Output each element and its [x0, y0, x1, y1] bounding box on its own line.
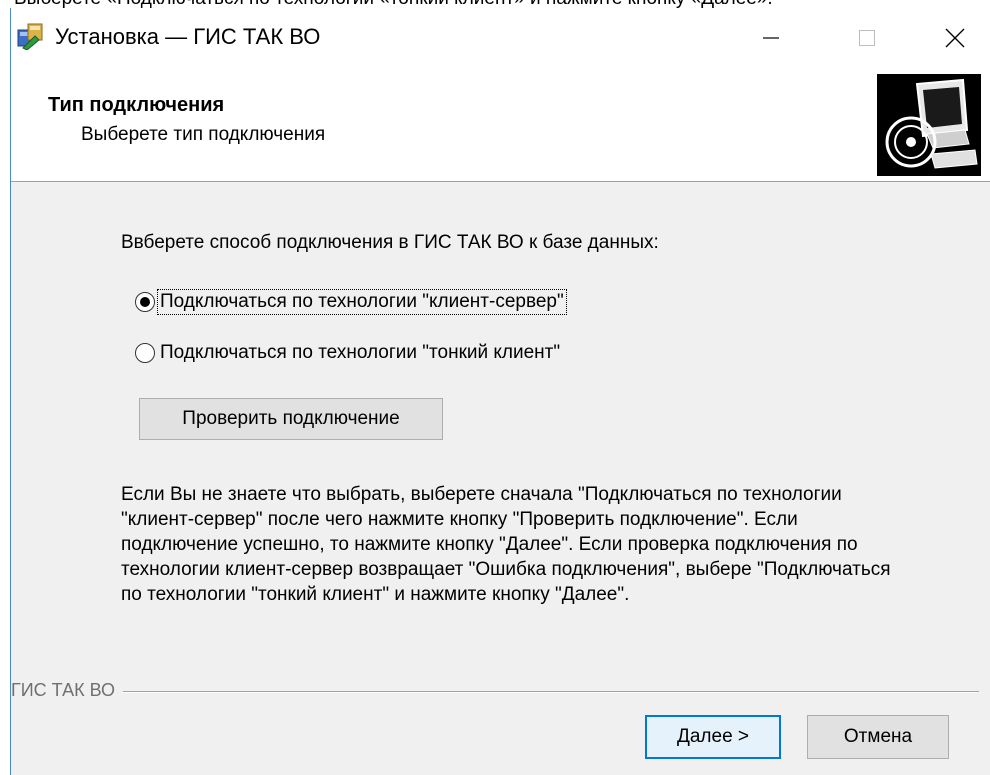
- radio-unchecked-icon[interactable]: [135, 343, 155, 363]
- page-title: Тип подключения: [48, 94, 225, 116]
- title-bar[interactable]: Установка — ГИС ТАК ВО: [11, 8, 990, 68]
- check-connection-button[interactable]: Проверить подключение: [139, 398, 443, 440]
- maximize-icon: [859, 30, 875, 46]
- installer-icon: [15, 20, 45, 51]
- radio-client-server-label[interactable]: Подключаться по технологии "клиент-серве…: [157, 289, 567, 315]
- footer-group: ГИС ТАК ВО: [11, 680, 990, 701]
- installer-window: Установка — ГИС ТАК ВО Тип подключения В…: [10, 8, 990, 775]
- footer-group-label: ГИС ТАК ВО: [11, 680, 123, 701]
- document-caption: Выберете «Подключаться по технологии «то…: [14, 0, 990, 8]
- radio-checked-icon[interactable]: [135, 292, 155, 312]
- cancel-button[interactable]: Отмена: [807, 715, 949, 759]
- next-button-accelerator: Д: [676, 726, 690, 747]
- radio-client-server[interactable]: Подключаться по технологии "клиент-серве…: [135, 286, 567, 318]
- computer-install-icon: [877, 74, 981, 176]
- minimize-button[interactable]: [741, 8, 801, 68]
- radio-thin-client-label[interactable]: Подключаться по технологии "тонкий клиен…: [158, 341, 562, 365]
- footer-divider: [11, 691, 979, 693]
- next-button-label: алее >: [689, 726, 750, 747]
- window-title: Установка — ГИС ТАК ВО: [55, 24, 321, 49]
- close-button[interactable]: [925, 8, 985, 68]
- radio-thin-client[interactable]: Подключаться по технологии "тонкий клиен…: [135, 337, 562, 369]
- close-icon: [945, 28, 965, 48]
- minimize-icon: [763, 37, 779, 39]
- page-subtitle: Выберете тип подключения: [81, 124, 326, 145]
- connection-prompt: Ввберете способ подключения в ГИС ТАК ВО…: [121, 232, 659, 253]
- next-button[interactable]: Далее >: [645, 715, 781, 759]
- maximize-button[interactable]: [837, 8, 897, 68]
- help-text: Если Вы не знаете что выбрать, выберете …: [121, 484, 891, 605]
- wizard-header: Тип подключения Выберете тип подключения: [11, 68, 990, 182]
